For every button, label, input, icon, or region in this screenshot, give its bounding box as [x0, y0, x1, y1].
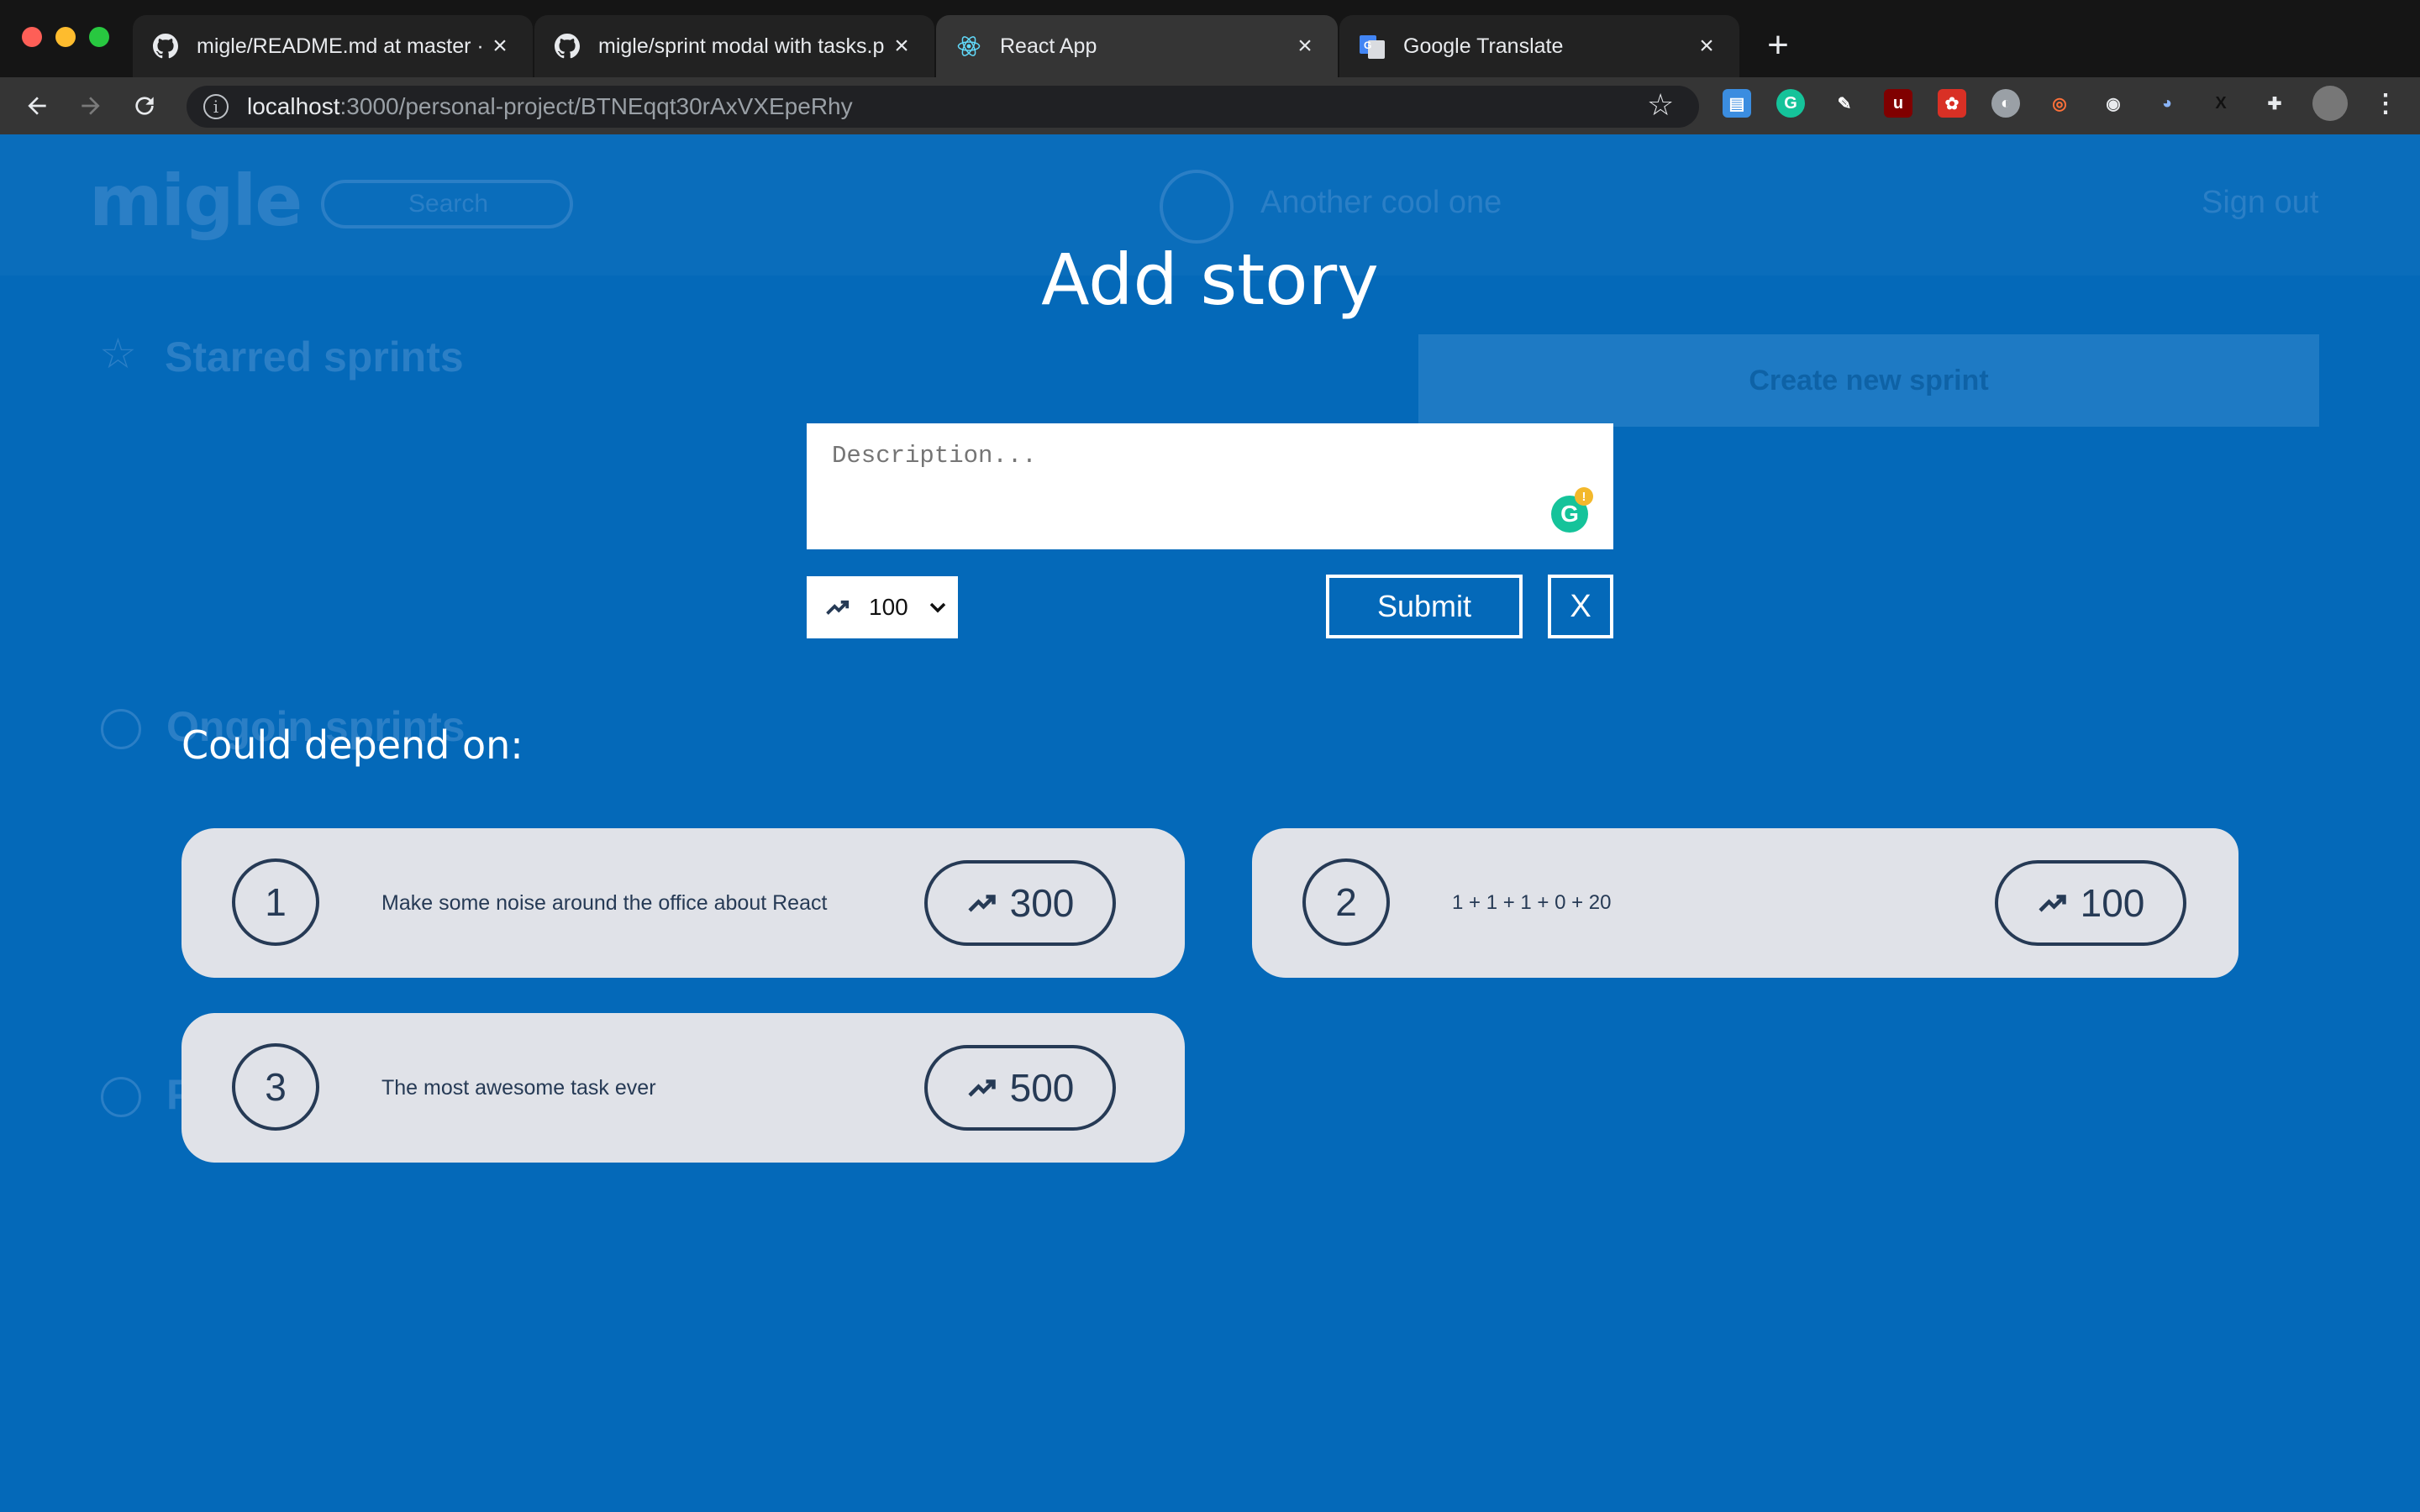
url-host: localhost	[247, 93, 340, 119]
forward-button[interactable]	[69, 84, 113, 128]
browser-tab-google-translate[interactable]: G Google Translate ×	[1339, 15, 1739, 77]
story-card[interactable]: 1 Make some noise around the office abou…	[182, 828, 1185, 978]
story-points-badge: 500	[924, 1045, 1116, 1131]
x-extension-icon[interactable]: X	[2207, 89, 2235, 118]
story-number: 1	[232, 858, 319, 946]
pen-extension-icon[interactable]: ✎	[1830, 89, 1859, 118]
story-card[interactable]: 2 1 + 1 + 1 + 0 + 20 100	[1252, 828, 2238, 978]
new-tab-button[interactable]: +	[1756, 24, 1800, 67]
fire-extension-icon[interactable]: ◎	[2045, 89, 2074, 118]
back-button[interactable]	[15, 84, 59, 128]
depends-title: Could depend on:	[182, 722, 523, 768]
ublock-extension-icon[interactable]: u	[1884, 89, 1912, 118]
browser-menu-icon[interactable]: ⋮	[2371, 89, 2400, 118]
app-logo: migle	[89, 160, 302, 242]
github-icon	[555, 34, 580, 59]
url-path: :3000/personal-project/BTNEqqt30rAxVXEpe…	[339, 93, 853, 119]
search-input: Search	[321, 180, 573, 228]
close-icon[interactable]: ×	[1694, 32, 1719, 60]
trending-up-icon	[2039, 895, 2066, 912]
search-placeholder: Search	[408, 190, 489, 218]
browser-tab-readme[interactable]: migle/README.md at master · ×	[133, 15, 533, 77]
modal-title: Add story	[1041, 239, 1379, 321]
story-description: Make some noise around the office about …	[381, 891, 828, 915]
description-input[interactable]	[807, 423, 1613, 549]
close-modal-button[interactable]: X	[1548, 575, 1613, 638]
window-zoom-button[interactable]	[89, 27, 109, 47]
info-icon[interactable]: i	[203, 94, 229, 119]
check-circle-icon	[101, 709, 141, 749]
story-points: 300	[1009, 881, 1075, 925]
story-description: The most awesome task ever	[381, 1076, 656, 1100]
github-icon	[153, 34, 178, 59]
browser-titlebar: migle/README.md at master · × migle/spri…	[0, 0, 2420, 77]
close-icon[interactable]: ×	[487, 32, 513, 60]
story-points: 500	[1009, 1066, 1075, 1110]
browser-tab-sprint-modal[interactable]: migle/sprint modal with tasks.p ×	[534, 15, 934, 77]
bookmark-star-icon[interactable]: ☆	[1647, 87, 1674, 123]
close-icon[interactable]: ×	[1292, 32, 1318, 60]
glasses-extension-icon[interactable]: ◕	[2153, 89, 2181, 118]
app-page: migle Search Another cool one Sign out ☆…	[0, 134, 2420, 1512]
starred-sprints-title: Starred sprints	[165, 333, 464, 381]
extension-window-icon[interactable]: ▤	[1723, 89, 1751, 118]
profile-avatar[interactable]	[2312, 86, 2348, 121]
points-select[interactable]: 100	[807, 576, 958, 638]
points-value: 100	[869, 594, 908, 620]
warning-badge-icon: !	[1575, 487, 1593, 506]
trending-up-icon	[968, 895, 996, 912]
close-icon[interactable]: ×	[889, 32, 914, 60]
story-description: 1 + 1 + 1 + 0 + 20	[1452, 891, 1612, 914]
story-card[interactable]: 3 The most awesome task ever 500	[182, 1013, 1185, 1163]
tab-title: migle/README.md at master ·	[197, 34, 484, 58]
address-bar[interactable]: i localhost:3000/personal-project/BTNEqq…	[187, 86, 1699, 128]
target-extension-icon[interactable]: ◉	[2099, 89, 2128, 118]
window-minimize-button[interactable]	[55, 27, 76, 47]
puzzle-red-extension-icon[interactable]: ✿	[1938, 89, 1966, 118]
circle-extension-icon[interactable]: ◐	[1991, 89, 2020, 118]
tab-title: React App	[1000, 34, 1097, 58]
story-points-badge: 100	[1995, 860, 2186, 946]
react-icon	[956, 34, 981, 59]
window-close-button[interactable]	[22, 27, 42, 47]
create-sprint-button: Create new sprint	[1418, 334, 2319, 427]
trending-up-icon	[968, 1079, 996, 1097]
tab-title: migle/sprint modal with tasks.p	[598, 34, 885, 58]
story-points: 100	[2080, 881, 2145, 925]
grammarly-extension-icon[interactable]: G	[1776, 89, 1805, 118]
extensions-puzzle-icon[interactable]: ✚	[2260, 89, 2289, 118]
story-number: 2	[1302, 858, 1390, 946]
google-translate-icon: G	[1360, 34, 1385, 59]
project-name: Another cool one	[1260, 185, 1502, 220]
check-circle-icon	[101, 1077, 141, 1117]
home-icon	[1160, 170, 1234, 244]
story-points-badge: 300	[924, 860, 1116, 946]
browser-tab-react-app[interactable]: React App ×	[936, 15, 1338, 77]
star-icon: ☆	[99, 330, 137, 377]
chevron-down-icon	[929, 602, 945, 613]
svg-text:G: G	[1364, 39, 1371, 51]
submit-button[interactable]: Submit	[1326, 575, 1523, 638]
trending-up-icon	[826, 600, 850, 615]
reload-button[interactable]	[123, 84, 166, 128]
story-number: 3	[232, 1043, 319, 1131]
tab-title: Google Translate	[1403, 34, 1564, 58]
sign-out-link: Sign out	[2202, 185, 2319, 220]
